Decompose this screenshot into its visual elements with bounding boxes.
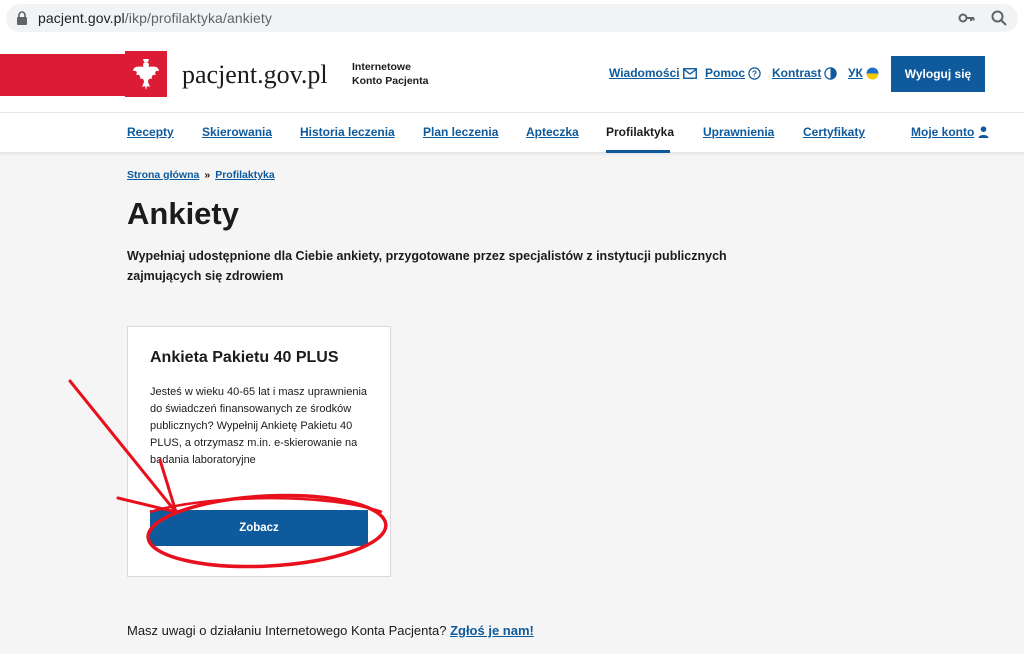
account-label: Moje konto	[911, 125, 975, 139]
nav-item-certyfikaty[interactable]: Certyfikaty	[803, 125, 865, 139]
url-domain: pacjent.gov.pl	[38, 10, 125, 26]
active-tab-indicator	[606, 150, 670, 153]
ikp-line-1: Internetowe	[352, 61, 411, 73]
messages-label: Wiadomości	[609, 66, 680, 80]
breadcrumb-home[interactable]: Strona główna	[127, 169, 199, 181]
key-icon[interactable]	[958, 9, 976, 32]
survey-card: Ankieta Pakietu 40 PLUS Jesteś w wieku 4…	[127, 326, 391, 577]
question-circle-icon: ?	[748, 66, 761, 80]
page-lead: Wypełniaj udostępnione dla Ciebie ankiet…	[127, 249, 727, 283]
breadcrumb: Strona główna » Profilaktyka	[127, 169, 275, 181]
nav-item-uprawnienia[interactable]: Uprawnienia	[703, 125, 774, 139]
messages-link[interactable]: Wiadomości	[609, 66, 697, 80]
nav-item-plan-leczenia[interactable]: Plan leczenia	[423, 125, 498, 139]
contrast-label: Kontrast	[772, 66, 822, 80]
view-survey-button[interactable]: Zobacz	[150, 510, 368, 546]
site-logo[interactable]: pacjent.gov.pl	[182, 60, 328, 90]
help-label: Pomoc	[705, 66, 746, 80]
contrast-link[interactable]: Kontrast	[772, 66, 838, 80]
ikp-line-2: Konto Pacjenta	[352, 75, 429, 87]
url-text: pacjent.gov.pl/ikp/profilaktyka/ankiety	[38, 10, 272, 26]
nav-item-profilaktyka[interactable]: Profilaktyka	[606, 125, 674, 139]
svg-text:?: ?	[752, 68, 757, 78]
breadcrumb-separator: »	[204, 169, 211, 181]
nav-item-historia-leczenia[interactable]: Historia leczenia	[300, 125, 395, 139]
logout-button[interactable]: Wyloguj się	[891, 56, 985, 92]
survey-card-title: Ankieta Pakietu 40 PLUS	[150, 349, 339, 366]
url-field[interactable]: pacjent.gov.pl/ikp/profilaktyka/ankiety	[6, 4, 1018, 32]
user-icon	[978, 126, 989, 138]
ukraine-flag-icon	[866, 67, 879, 79]
main-nav: Recepty Skierowania Historia leczenia Pl…	[0, 112, 1024, 153]
nav-item-skierowania[interactable]: Skierowania	[202, 125, 272, 139]
ikp-label: Internetowe Konto Pacjenta	[352, 60, 428, 88]
feedback-text: Masz uwagi o działaniu Internetowego Kon…	[127, 623, 447, 638]
help-link[interactable]: Pomoc ?	[705, 66, 761, 80]
page-title: Ankiety	[127, 196, 239, 231]
url-path: /ikp/profilaktyka/ankiety	[124, 10, 272, 26]
language-link[interactable]: УК	[848, 66, 879, 80]
site-header: pacjent.gov.pl Internetowe Konto Pacjent…	[0, 36, 1024, 112]
lock-icon	[16, 11, 28, 25]
search-icon[interactable]	[990, 9, 1008, 32]
survey-card-description: Jesteś w wieku 40-65 lat i masz uprawnie…	[150, 386, 368, 466]
nav-item-recepty[interactable]: Recepty	[127, 125, 174, 139]
breadcrumb-current[interactable]: Profilaktyka	[215, 169, 275, 181]
envelope-icon	[682, 67, 697, 79]
feedback-link[interactable]: Zgłoś je nam!	[450, 623, 534, 638]
eagle-icon	[133, 59, 159, 90]
nav-item-apteczka[interactable]: Apteczka	[526, 125, 579, 139]
contrast-icon	[824, 66, 838, 80]
nav-item-moje-konto[interactable]: Moje konto	[911, 125, 989, 139]
browser-address-bar: pacjent.gov.pl/ikp/profilaktyka/ankiety	[0, 0, 1024, 36]
feedback-note: Masz uwagi o działaniu Internetowego Kon…	[127, 623, 534, 638]
language-label: УК	[848, 66, 863, 80]
eagle-emblem[interactable]	[125, 51, 167, 97]
